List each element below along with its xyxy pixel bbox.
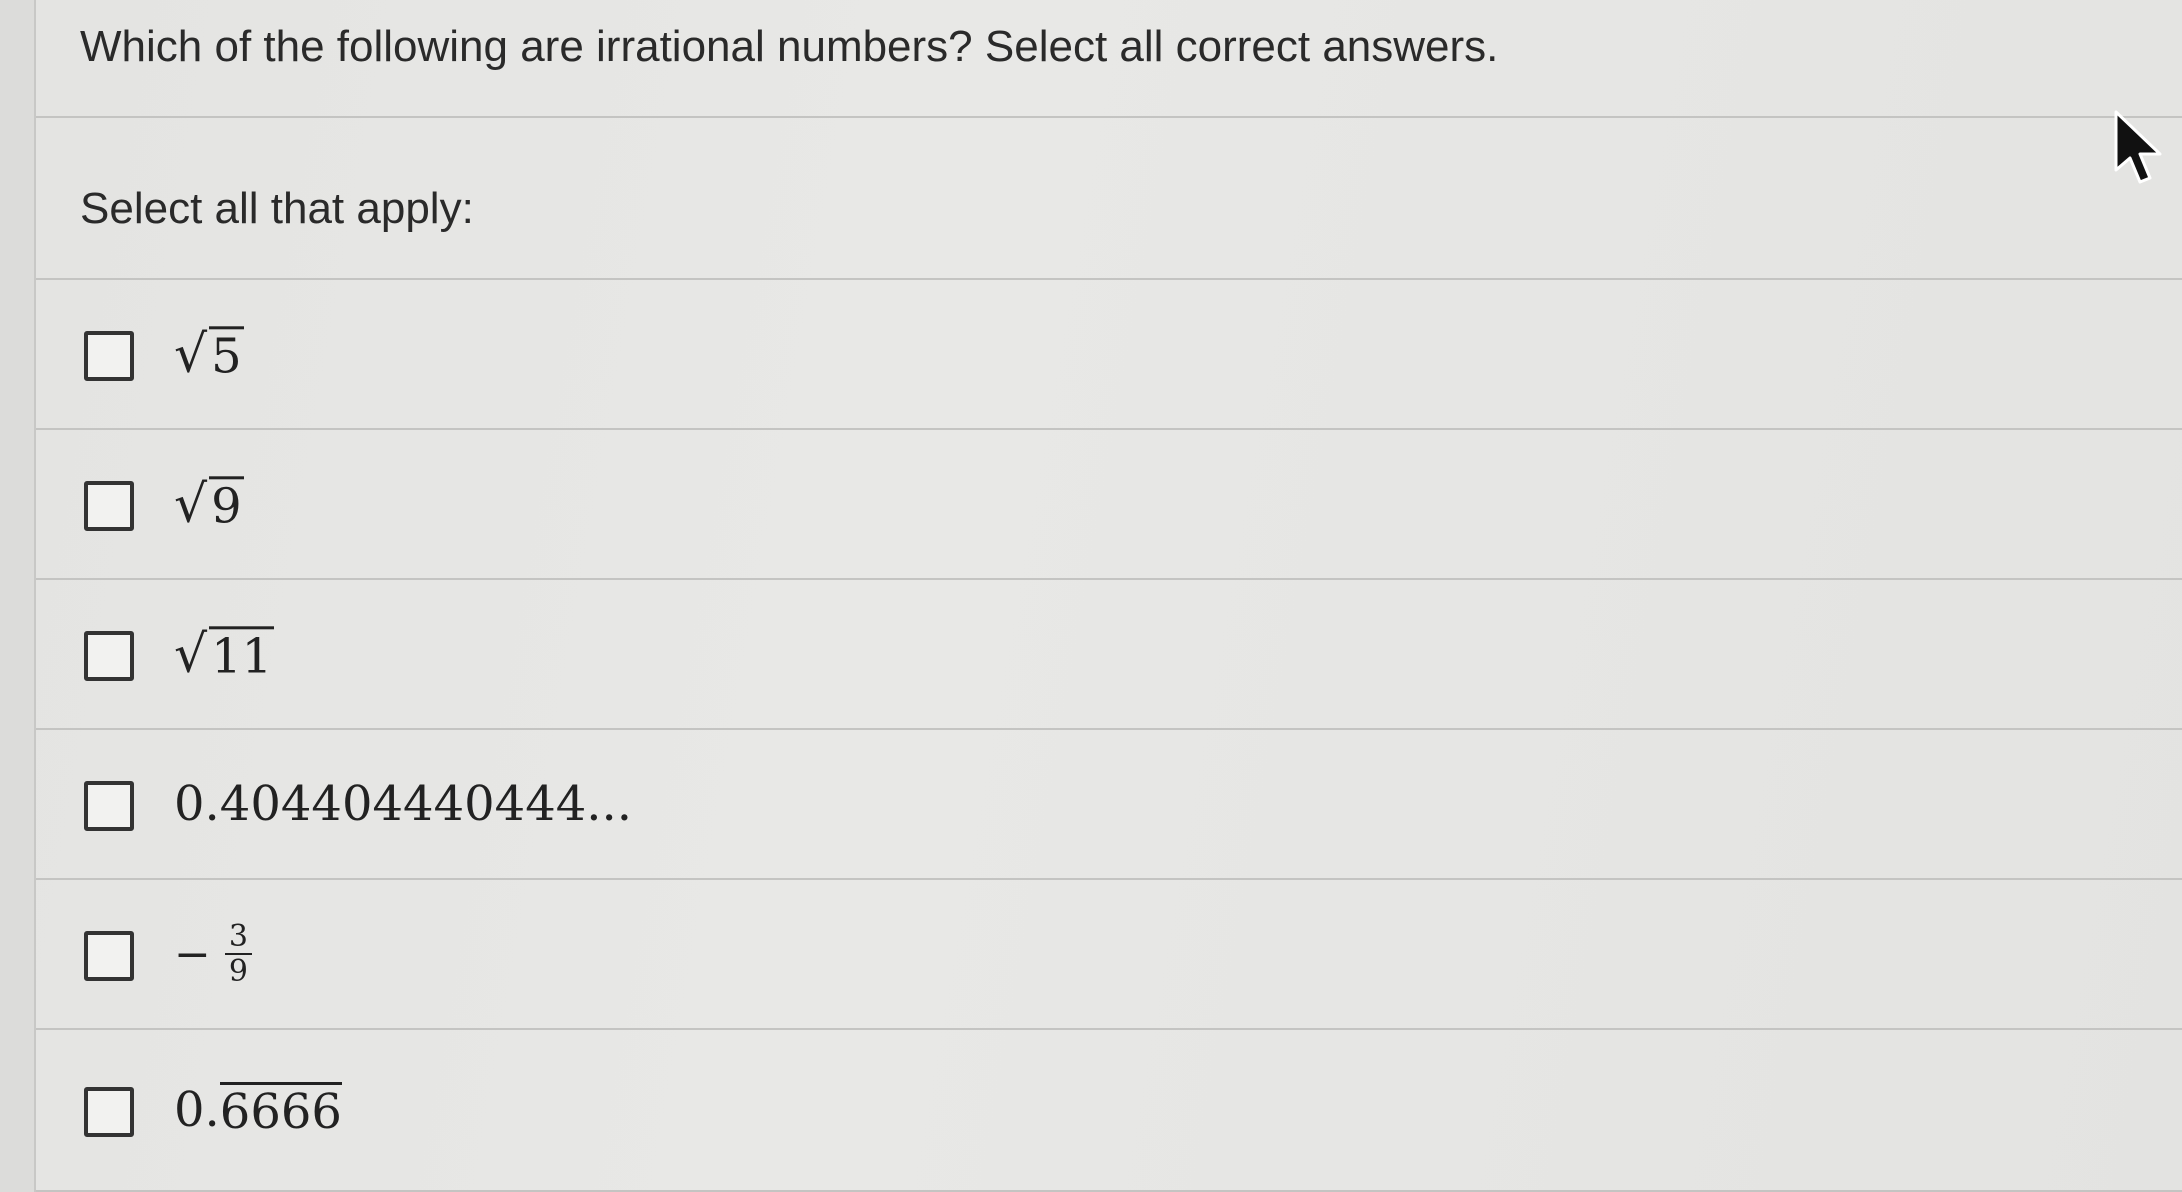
- question-text: Which of the following are irrational nu…: [80, 22, 1499, 71]
- instruction-text: Select all that apply:: [80, 184, 474, 233]
- option-label: √ 11: [174, 623, 275, 685]
- checkbox-unchecked-icon[interactable]: [84, 631, 134, 681]
- option-decimal[interactable]: 0.404404440444...: [36, 730, 2182, 880]
- radical-symbol: √: [174, 623, 208, 684]
- checkbox-unchecked-icon[interactable]: [84, 1087, 134, 1137]
- instruction-row: Select all that apply:: [36, 118, 2182, 280]
- radical-symbol: √: [174, 323, 208, 384]
- checkbox-unchecked-icon[interactable]: [84, 931, 134, 981]
- minus-sign: −: [174, 928, 211, 980]
- option-label: − 3 9: [174, 920, 252, 988]
- mouse-pointer-icon: [2114, 110, 2162, 184]
- option-label: 0.404404440444...: [174, 776, 632, 832]
- option-sqrt-11[interactable]: √ 11: [36, 580, 2182, 730]
- checkbox-unchecked-icon[interactable]: [84, 481, 134, 531]
- radicand: 9: [209, 476, 244, 535]
- checkbox-unchecked-icon[interactable]: [84, 781, 134, 831]
- fraction: 3 9: [224, 920, 252, 989]
- radicand: 11: [209, 626, 275, 685]
- decimal-prefix: 0.: [174, 1082, 220, 1138]
- question-panel: Which of the following are irrational nu…: [34, 0, 2182, 1192]
- option-negative-fraction[interactable]: − 3 9: [36, 880, 2182, 1030]
- option-repeating-decimal[interactable]: 0. 6666: [36, 1030, 2182, 1192]
- radicand: 5: [209, 326, 244, 385]
- option-sqrt-9[interactable]: √ 9: [36, 430, 2182, 580]
- repeating-digits: 6666: [219, 1082, 342, 1141]
- radical-symbol: √: [174, 473, 208, 534]
- option-label: √ 9: [174, 473, 244, 535]
- decimal-value: 0.404404440444...: [174, 776, 633, 832]
- question-row: Which of the following are irrational nu…: [36, 0, 2182, 118]
- checkbox-unchecked-icon[interactable]: [84, 331, 134, 381]
- option-sqrt-5[interactable]: √ 5: [36, 280, 2182, 430]
- numerator: 3: [224, 920, 252, 955]
- option-label: 0. 6666: [174, 1082, 342, 1138]
- denominator: 9: [228, 954, 248, 989]
- option-label: √ 5: [174, 323, 244, 385]
